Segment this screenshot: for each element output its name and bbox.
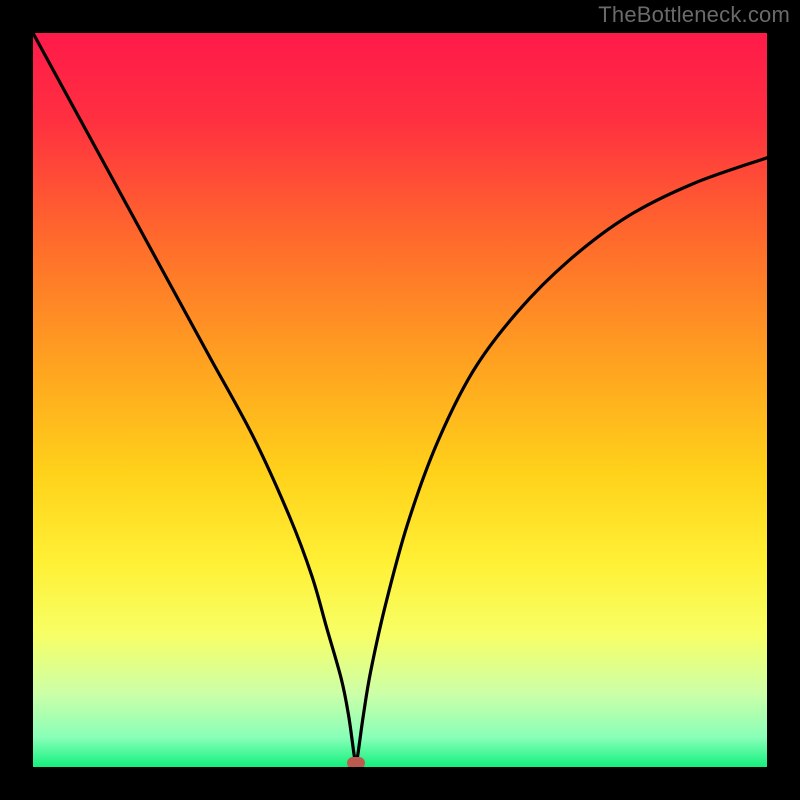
minimum-marker	[347, 757, 365, 767]
plot-area	[33, 33, 767, 767]
bottleneck-curve	[33, 33, 767, 767]
chart-frame: TheBottleneck.com	[0, 0, 800, 800]
watermark-text: TheBottleneck.com	[598, 2, 790, 28]
